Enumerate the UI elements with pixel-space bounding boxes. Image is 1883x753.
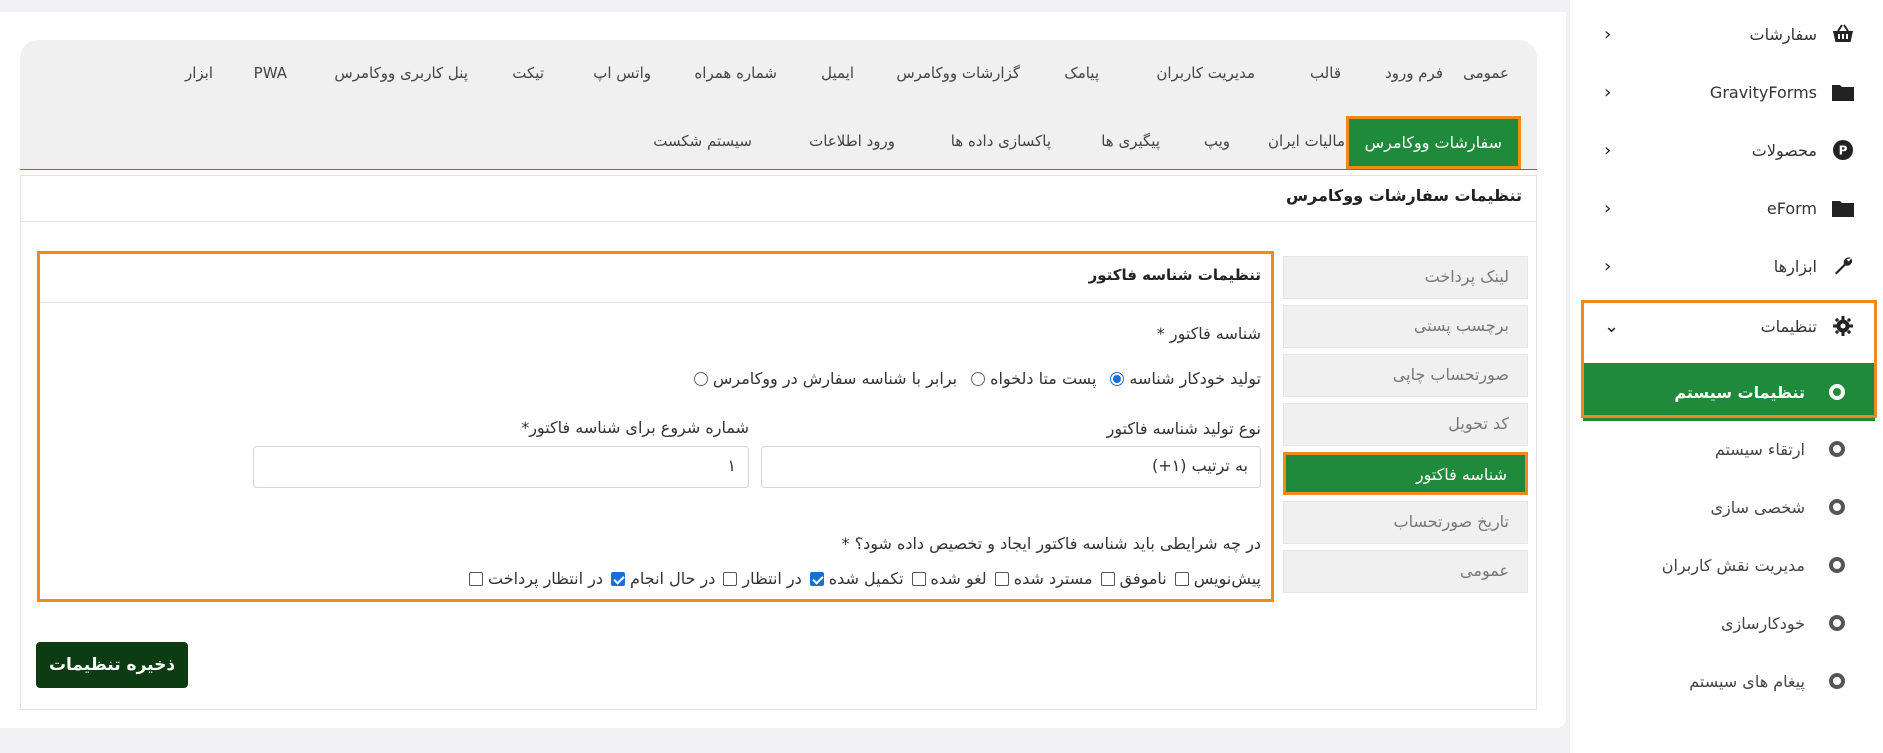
checkbox-refunded[interactable]: مسترد شده xyxy=(994,569,1093,588)
checkbox[interactable] xyxy=(911,571,926,586)
save-settings-button[interactable]: ذخیره تنظیمات xyxy=(36,642,188,688)
tab-theme[interactable]: قالب xyxy=(1310,64,1341,82)
tab-data-cleanup[interactable]: پاکسازی داده ها xyxy=(951,132,1051,150)
tab-woo-reports[interactable]: گزارشات ووکامرس xyxy=(896,64,1020,82)
radio-button[interactable] xyxy=(971,371,986,386)
chevron-left-icon: ‹ xyxy=(1604,139,1612,161)
tab-whatsapp[interactable]: واتس اپ xyxy=(593,64,651,82)
tab-login-form[interactable]: فرم ورود xyxy=(1385,64,1443,82)
chevron-left-icon: ‹ xyxy=(1604,23,1612,45)
sidebar-item-products[interactable]: P محصولات ‹ xyxy=(1570,121,1883,179)
menu-item-postal-label[interactable]: برچسب پستی xyxy=(1283,305,1528,348)
invoice-id-source-radios: برابر با شناسه سفارش در ووکامرس پست متا … xyxy=(693,369,1261,388)
circle-icon xyxy=(1829,673,1845,689)
tab-voip[interactable]: ویپ xyxy=(1204,132,1230,150)
tab-data-import[interactable]: ورود اطلاعات xyxy=(809,132,895,150)
checkbox-processing[interactable]: در حال انجام xyxy=(610,569,715,588)
tab-failure-system[interactable]: سیستم شکست xyxy=(653,132,752,150)
tab-woo-orders[interactable]: سفارشات ووکامرس xyxy=(1345,116,1521,169)
sidebar-subitem-system-messages[interactable]: پیغام های سیستم xyxy=(1570,652,1883,710)
sidebar-item-orders[interactable]: سفارشات ‹ xyxy=(1570,5,1883,63)
wrench-icon xyxy=(1831,254,1855,278)
settings-content: تنظیمات سفارشات ووکامرس لینک پرداخت برچس… xyxy=(20,175,1537,710)
tab-pwa[interactable]: PWA xyxy=(254,64,287,82)
sidebar-item-tools[interactable]: ابزارها ‹ xyxy=(1570,237,1883,295)
sidebar-item-gravityforms[interactable]: GravityForms ‹ xyxy=(1570,63,1883,121)
sidebar-subitem-system-upgrade[interactable]: ارتقاء سیستم xyxy=(1570,420,1883,478)
radio-option-auto-generate[interactable]: تولید خودکار شناسه xyxy=(1110,369,1261,388)
checkbox[interactable] xyxy=(1174,571,1189,586)
folder-icon xyxy=(1831,196,1855,220)
tab-tools[interactable]: ابزار xyxy=(185,64,213,82)
radio-option-order-id[interactable]: برابر با شناسه سفارش در ووکامرس xyxy=(693,369,957,388)
sidebar-subitem-automation[interactable]: خودکارسازی xyxy=(1570,594,1883,652)
tab-bar: عمومی فرم ورود قالب مدیریت کاربران پیامک… xyxy=(20,40,1537,170)
form-title: تنظیمات شناسه فاکتور xyxy=(1088,266,1261,284)
tab-user-management[interactable]: مدیریت کاربران xyxy=(1156,64,1255,82)
tab-general[interactable]: عمومی xyxy=(1463,64,1509,82)
folder-icon xyxy=(1831,80,1855,104)
tab-iran-tax[interactable]: مالیات ایران xyxy=(1268,132,1345,150)
checkbox-checked[interactable] xyxy=(809,571,824,586)
radio-option-custom-meta[interactable]: پست متا دلخواه xyxy=(971,369,1096,388)
chevron-left-icon: ‹ xyxy=(1604,255,1612,277)
divider xyxy=(21,221,1536,222)
checkbox[interactable] xyxy=(994,571,1009,586)
settings-vertical-menu: لینک پرداخت برچسب پستی صورتحساب چاپی کد … xyxy=(1283,256,1528,599)
menu-item-printed-invoice[interactable]: صورتحساب چاپی xyxy=(1283,354,1528,397)
checkbox-draft[interactable]: پیش‌نویس xyxy=(1174,569,1261,588)
sidebar-subitem-personalization[interactable]: شخصی سازی xyxy=(1570,478,1883,536)
tab-ticket[interactable]: تیکت xyxy=(512,64,544,82)
settings-panel: عمومی فرم ورود قالب مدیریت کاربران پیامک… xyxy=(20,40,1537,710)
generation-type-label: نوع تولید شناسه فاکتور xyxy=(1106,419,1261,438)
svg-text:P: P xyxy=(1839,144,1848,158)
start-number-input[interactable]: ۱ xyxy=(253,446,749,488)
tab-woo-user-panel[interactable]: پنل کاربری ووکامرس xyxy=(334,64,468,82)
conditions-label: در چه شرایطی باید شناسه فاکتور ایجاد و ت… xyxy=(841,534,1262,553)
menu-item-delivery-code[interactable]: کد تحویل xyxy=(1283,403,1528,446)
chevron-left-icon: ‹ xyxy=(1604,81,1612,103)
tab-mobile-number[interactable]: شماره همراه xyxy=(694,64,777,82)
menu-item-invoice-date[interactable]: تاریخ صورتحساب xyxy=(1283,501,1528,544)
checkbox-failed[interactable]: ناموفق xyxy=(1100,569,1167,588)
radio-button[interactable] xyxy=(693,371,708,386)
checkbox-pending-payment[interactable]: در انتظار پرداخت xyxy=(469,569,603,588)
generation-type-select[interactable]: به ترتیب (۱+) xyxy=(761,446,1261,488)
start-number-label: شماره شروع برای شناسه فاکتور* xyxy=(521,418,749,437)
main-page: عمومی فرم ورود قالب مدیریت کاربران پیامک… xyxy=(0,12,1566,728)
radio-button-selected[interactable] xyxy=(1110,371,1125,386)
circle-icon xyxy=(1829,615,1845,631)
checkbox-completed[interactable]: تکمیل شده xyxy=(809,569,904,588)
checkbox[interactable] xyxy=(469,571,484,586)
product-icon: P xyxy=(1831,138,1855,162)
circle-icon xyxy=(1829,499,1845,515)
order-status-checkboxes: در انتظار پرداخت در حال انجام در انتظار … xyxy=(469,569,1261,588)
basket-icon xyxy=(1831,22,1855,46)
menu-item-invoice-id[interactable]: شناسه فاکتور xyxy=(1283,452,1528,495)
sidebar: سفارشات ‹ GravityForms ‹ P محصولات ‹ eFo… xyxy=(1570,0,1883,753)
menu-item-payment-link[interactable]: لینک پرداخت xyxy=(1283,256,1528,299)
invoice-id-settings-box: تنظیمات شناسه فاکتور شناسه فاکتور * براب… xyxy=(37,251,1274,602)
chevron-left-icon: ‹ xyxy=(1604,197,1612,219)
circle-icon xyxy=(1829,441,1845,457)
checkbox-cancelled[interactable]: لغو شده xyxy=(911,569,987,588)
checkbox[interactable] xyxy=(1100,571,1115,586)
checkbox[interactable] xyxy=(723,571,738,586)
divider xyxy=(40,302,1271,303)
checkbox-checked[interactable] xyxy=(610,571,625,586)
circle-icon xyxy=(1829,557,1845,573)
tab-followups[interactable]: پیگیری ها xyxy=(1101,132,1160,150)
checkbox-on-hold[interactable]: در انتظار xyxy=(723,569,802,588)
tab-sms[interactable]: پیامک xyxy=(1064,64,1099,82)
tab-email[interactable]: ایمیل xyxy=(821,64,854,82)
highlight-frame xyxy=(1581,300,1877,418)
invoice-id-label: شناسه فاکتور * xyxy=(1156,324,1261,343)
sidebar-subitem-user-roles[interactable]: مدیریت نقش کاربران xyxy=(1570,536,1883,594)
section-title: تنظیمات سفارشات ووکامرس xyxy=(1285,186,1522,205)
sidebar-item-eform[interactable]: eForm ‹ xyxy=(1570,179,1883,237)
menu-item-general[interactable]: عمومی xyxy=(1283,550,1528,593)
